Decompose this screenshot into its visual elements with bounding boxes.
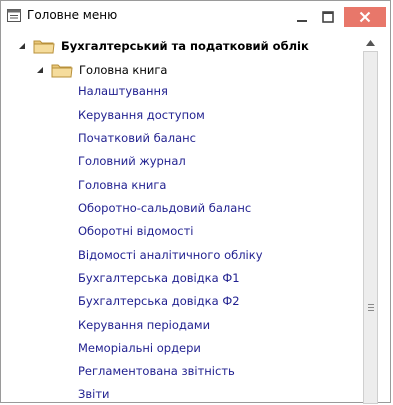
close-icon <box>359 11 371 23</box>
menu-item-settings[interactable]: Налаштування <box>78 81 168 101</box>
menu-item-accounting-note-f1[interactable]: Бухгалтерська довідка Ф1 <box>78 268 240 288</box>
menu-item-accounting-note-f2[interactable]: Бухгалтерська довідка Ф2 <box>78 291 240 311</box>
minimize-icon <box>297 20 307 22</box>
menu-item-reports[interactable]: Звіти <box>78 384 110 403</box>
maximize-button[interactable] <box>315 7 341 27</box>
menu-item-analytical-statements[interactable]: Відомості аналітичного обліку <box>78 245 263 265</box>
scroll-up-arrow-icon[interactable] <box>366 40 375 46</box>
window-title: Головне меню <box>27 8 118 22</box>
tree-node-root-label: Бухгалтерський та податковий облік <box>61 39 309 53</box>
menu-item-general-journal[interactable]: Головний журнал <box>78 151 186 171</box>
title-bar[interactable]: Головне меню <box>1 1 390 31</box>
menu-tree: Бухгалтерський та податковий облік Голов… <box>7 33 361 403</box>
expanded-triangle-icon[interactable] <box>17 41 27 51</box>
menu-item-opening-balance[interactable]: Початковий баланс <box>78 128 196 148</box>
menu-item-access-control[interactable]: Керування доступом <box>78 105 205 125</box>
menu-item-memorial-orders[interactable]: Меморіальні ордери <box>78 338 201 358</box>
vertical-scrollbar[interactable] <box>363 37 379 404</box>
close-button[interactable] <box>344 7 386 27</box>
menu-item-regulated-reporting[interactable]: Регламентована звітність <box>78 361 235 381</box>
menu-item-trial-balance[interactable]: Оборотно-сальдовий баланс <box>78 198 251 218</box>
menu-item-period-management[interactable]: Керування періодами <box>78 315 210 335</box>
tree-node-group-label: Головна книга <box>79 63 168 77</box>
main-menu-window: Головне меню Бухгалтерський та податкови… <box>0 0 391 404</box>
tree-node-general-ledger[interactable]: Головна книга <box>35 60 167 80</box>
scrollbar-thumb[interactable] <box>363 51 378 404</box>
menu-item-general-ledger[interactable]: Головна книга <box>78 175 166 195</box>
menu-window-icon <box>7 9 21 22</box>
menu-item-turnover-statements[interactable]: Оборотні відомості <box>78 221 193 241</box>
scroll-grip-icon <box>368 304 374 313</box>
folder-icon <box>33 40 55 54</box>
maximize-icon <box>322 11 334 23</box>
folder-icon <box>51 64 73 78</box>
tree-node-root[interactable]: Бухгалтерський та податковий облік <box>17 36 309 56</box>
minimize-button[interactable] <box>289 7 315 27</box>
expanded-triangle-icon[interactable] <box>35 65 45 75</box>
